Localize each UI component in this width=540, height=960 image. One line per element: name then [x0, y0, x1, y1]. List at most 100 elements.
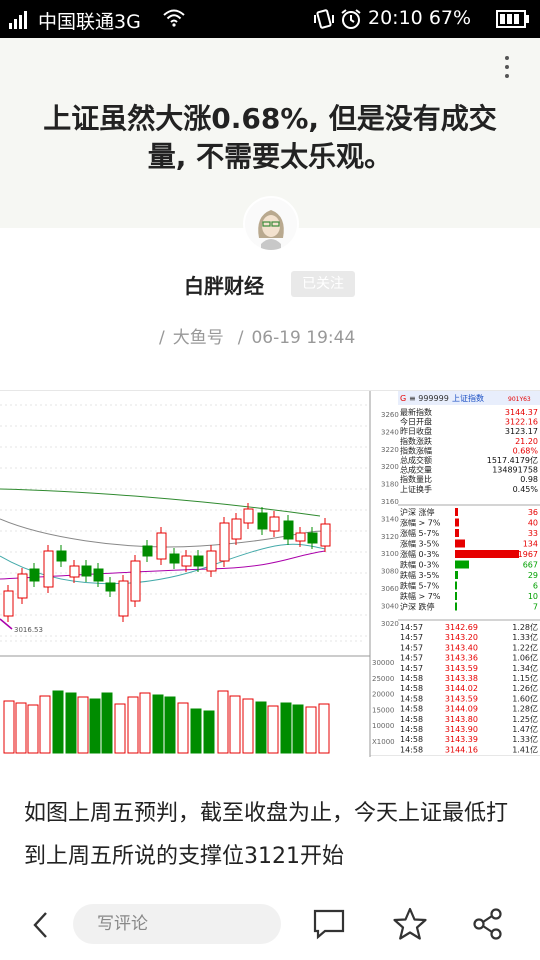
alarm-icon [340, 8, 362, 35]
candle [69, 565, 80, 578]
tick-volume: 1.28亿 [512, 622, 538, 632]
carrier-label: 中国联通3G [38, 11, 141, 33]
tick-volume: 1.15亿 [512, 673, 538, 683]
comment-input[interactable]: 写评论 [73, 904, 281, 944]
breadth-value: 1967 [518, 550, 538, 559]
breadth-label: 跌幅 > 7% [400, 591, 441, 601]
price-axis-label: 3200 [381, 463, 399, 471]
volume-bar [127, 696, 139, 754]
candle [231, 518, 242, 540]
more-options-icon[interactable] [497, 52, 517, 82]
breadth-bar [455, 571, 458, 579]
candle [320, 523, 331, 547]
g-icon: G [400, 394, 406, 403]
tick-time: 14:58 [400, 674, 423, 683]
breadth-label: 跌幅 5-7% [400, 581, 440, 591]
tick-price: 3143.59 [445, 694, 478, 703]
tick-volume: 1.28亿 [512, 704, 538, 714]
breadth-bar [455, 560, 469, 569]
back-icon[interactable] [28, 910, 54, 940]
breadth-bar [455, 550, 519, 558]
price-axis-label: 3120 [381, 533, 399, 541]
volume-bar [177, 702, 189, 754]
quote-value: 3122.16 [505, 418, 538, 427]
battery-percent: 67% [428, 7, 472, 29]
tick-volume: 1.06亿 [512, 653, 538, 663]
author-name[interactable]: 白胖财经 [184, 270, 264, 299]
volume-bar [52, 690, 64, 754]
candle [181, 555, 192, 567]
quote-value: 3123.17 [505, 427, 538, 436]
volume-bar [318, 703, 330, 754]
candle [269, 516, 280, 532]
quote-label: 总成交额 [400, 455, 432, 465]
price-axis-label: 3040 [381, 602, 399, 610]
quote-label: 最新指数 [400, 407, 432, 417]
breadth-value: 6 [533, 582, 538, 591]
quote-value: 0.45% [513, 485, 539, 494]
quote-label: 指数量比 [400, 474, 432, 484]
quote-value: 1517.4179亿 [487, 455, 538, 465]
comment-icon[interactable] [311, 906, 347, 942]
breadth-label: 沪深 跌停 [400, 602, 435, 612]
price-axis-label: 3020 [381, 620, 399, 628]
quote-label: 今日开盘 [400, 417, 432, 427]
tick-price: 3143.38 [445, 674, 478, 683]
breadth-label: 跌幅 0-3% [400, 560, 440, 570]
tick-volume: 1.41亿 [512, 744, 538, 754]
candle [29, 568, 40, 582]
tick-price: 3143.59 [445, 664, 478, 673]
breadth-label: 涨幅 > 7% [400, 518, 441, 528]
status-bar: 中国联通3G 20:10 67% [0, 0, 540, 38]
candle [283, 520, 294, 540]
volume-bar [15, 702, 27, 754]
breadth-value: 33 [528, 529, 538, 538]
breadth-bar [455, 529, 459, 537]
volume-bar [229, 695, 241, 754]
volume-bar [65, 692, 77, 754]
article-image-stock-chart: 3016.53 3260 3240 3220 3200 3180 3160 3140 3120… [0, 390, 540, 757]
tick-volume: 1.25亿 [512, 714, 538, 724]
tick-volume: 1.26亿 [512, 683, 538, 693]
tick-volume: 1.60亿 [512, 693, 538, 703]
volume-bar [139, 692, 151, 754]
tick-price: 3143.36 [445, 654, 478, 663]
wifi-icon [163, 9, 185, 32]
candle [193, 555, 204, 567]
share-icon[interactable] [470, 906, 506, 942]
volume-bar [190, 708, 202, 754]
quote-label: 昨日收盘 [400, 426, 432, 436]
volume-bar [27, 704, 39, 754]
breadth-bar [455, 539, 465, 548]
tick-time: 14:58 [400, 715, 423, 724]
vibrate-icon [313, 8, 335, 35]
quote-value: 0.98 [520, 475, 538, 484]
price-axis-label: 3160 [381, 498, 399, 506]
candle [156, 532, 167, 560]
volume-bar [292, 704, 304, 754]
tick-time: 14:58 [400, 684, 423, 693]
article-page: 中国联通3G 20:10 67% 上证虽然大涨0.68%, 但是没有成交量, 不… [0, 0, 540, 960]
candle [43, 550, 54, 588]
favorite-star-icon[interactable] [392, 906, 428, 942]
breadth-bar [455, 508, 458, 516]
price-axis-label: 3180 [381, 481, 399, 489]
article-title: 上证虽然大涨0.68%, 但是没有成交量, 不需要太乐观。 [43, 102, 497, 173]
tick-volume: 1.47亿 [512, 724, 538, 734]
author-avatar[interactable] [243, 196, 299, 252]
candle [3, 590, 14, 617]
tick-time: 14:58 [400, 735, 423, 744]
tick-volume: 1.33亿 [512, 632, 538, 642]
tick-time: 14:57 [400, 664, 423, 673]
tick-time: 14:58 [400, 694, 423, 703]
quote-value: 21.20 [515, 437, 538, 446]
breadth-value: 29 [528, 571, 538, 580]
follow-button[interactable]: 已关注 [291, 271, 355, 297]
volume-axis-label: X1000 [372, 738, 395, 746]
volume-bar [77, 696, 89, 754]
volume-axis-label: 20000 [372, 691, 394, 699]
battery-icon [496, 10, 530, 33]
volume-axis-label: 10000 [372, 722, 394, 730]
volume-bar [3, 700, 15, 754]
tick-time: 14:57 [400, 633, 423, 642]
